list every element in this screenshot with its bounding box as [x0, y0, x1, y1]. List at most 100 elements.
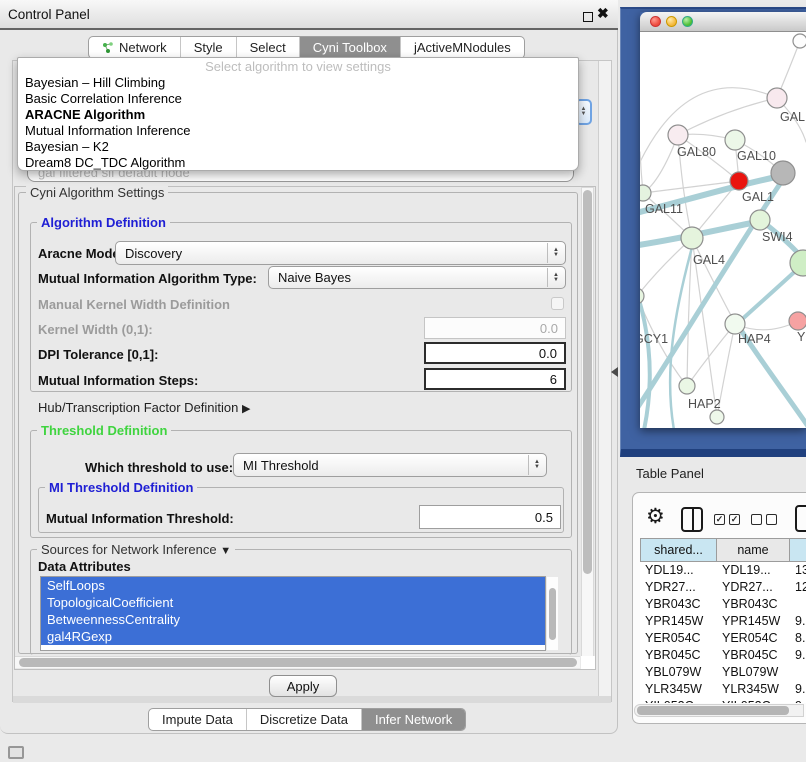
dpi-tolerance-label: DPI Tolerance [0,1]:: [38, 347, 158, 362]
settings-hscroll-thumb[interactable]: [19, 658, 577, 667]
data-attributes-label: Data Attributes: [38, 559, 131, 574]
tab-select[interactable]: Select: [237, 37, 300, 58]
checked-checkbox-icon[interactable]: ✓: [729, 514, 740, 525]
table-cell: YIL052C: [717, 698, 790, 703]
column-header-name[interactable]: name: [717, 538, 790, 562]
bottom-tab-impute-data[interactable]: Impute Data: [149, 709, 247, 730]
dropdown-item-dream8-dc-tdc-algorithm[interactable]: Dream8 DC_TDC Algorithm: [18, 155, 578, 171]
table-row[interactable]: YLR345WYLR345W9.: [640, 681, 806, 698]
graph-edge[interactable]: [640, 238, 692, 296]
tab-style[interactable]: Style: [181, 37, 237, 58]
data-attributes-list[interactable]: SelfLoopsTopologicalCoefficientBetweenne…: [40, 576, 546, 651]
app-root: Control Panel ✖ NetworkStyleSelectCyni T…: [0, 0, 806, 762]
mi-type-combo[interactable]: Naive Bayes ▲▼: [268, 266, 566, 289]
graph-node[interactable]: [771, 161, 795, 185]
sources-group-title[interactable]: Sources for Network Inference ▼: [37, 542, 235, 557]
tab-cyni-toolbox[interactable]: Cyni Toolbox: [300, 37, 401, 58]
attr-item-topologicalcoefficient[interactable]: TopologicalCoefficient: [41, 594, 545, 611]
table-cell: YDL19...: [717, 562, 790, 579]
graph-node-gal1[interactable]: [730, 172, 748, 190]
graph-node[interactable]: [710, 410, 724, 424]
graph-node-label: GAL10: [737, 149, 776, 163]
column-header-2[interactable]: [790, 538, 806, 562]
float-window-icon[interactable]: [583, 12, 593, 22]
network-window-titlebar[interactable]: [640, 12, 806, 32]
splitter-collapse-icon[interactable]: [606, 367, 618, 377]
table-row[interactable]: YDL19...YDL19...13: [640, 562, 806, 579]
mi-type-value: Naive Bayes: [278, 270, 351, 285]
graph-node-swi4[interactable]: [750, 210, 770, 230]
graph-node-gal11[interactable]: [640, 185, 651, 201]
network-canvas[interactable]: GALGAL80GAL10GAL1GAL11SWI4GAL4GCY1HAP4YH…: [640, 32, 806, 428]
spinner-down-icon: ▼: [581, 112, 587, 117]
graph-node-gal80[interactable]: [668, 125, 688, 145]
window-close-icon[interactable]: [650, 16, 661, 27]
kernel-width-input[interactable]: 0.0: [424, 317, 566, 339]
table-hscroll-thumb[interactable]: [637, 706, 789, 715]
table-cell: YER054C: [717, 630, 790, 647]
bottom-tab-discretize-data[interactable]: Discretize Data: [247, 709, 362, 730]
column-partial-icon[interactable]: [795, 505, 806, 532]
table-row[interactable]: YIL052CYIL052C9.: [640, 698, 806, 703]
split-columns-icon[interactable]: [681, 507, 703, 532]
dropdown-item-basic-correlation-inference[interactable]: Basic Correlation Inference: [18, 91, 578, 107]
graph-node-gcy1[interactable]: [640, 288, 644, 304]
manual-kernel-label: Manual Kernel Width Definition: [38, 297, 230, 312]
dpi-tolerance-input[interactable]: 0.0: [424, 342, 566, 364]
graph-node-gal[interactable]: [767, 88, 787, 108]
graph-node-label: SWI4: [762, 230, 793, 244]
dropdown-item-mutual-information-inference[interactable]: Mutual Information Inference: [18, 123, 578, 139]
apply-button[interactable]: Apply: [269, 675, 337, 697]
settings-vscroll-thumb[interactable]: [583, 190, 592, 574]
aracne-mode-combo[interactable]: Discovery ▲▼: [115, 241, 566, 265]
graph-edge[interactable]: [678, 98, 777, 135]
bottom-tab-label: Impute Data: [162, 712, 233, 727]
hub-definition-label: Hub/Transcription Factor Definition: [38, 400, 238, 415]
which-threshold-combo[interactable]: MI Threshold ▲▼: [233, 453, 547, 477]
table-row[interactable]: YER054CYER054C8.: [640, 630, 806, 647]
graph-node-hap2[interactable]: [679, 378, 695, 394]
window-zoom-icon[interactable]: [682, 16, 693, 27]
bottom-tab-infer-network[interactable]: Infer Network: [362, 709, 465, 730]
gear-icon[interactable]: ⚙: [646, 504, 665, 529]
table-row[interactable]: YBL079WYBL079W: [640, 664, 806, 681]
graph-node-gal4[interactable]: [681, 227, 703, 249]
table-row[interactable]: YBR043CYBR043C: [640, 596, 806, 613]
unchecked-checkbox-icon[interactable]: [751, 514, 762, 525]
outer-vertical-scrollbar[interactable]: [598, 61, 611, 701]
tab-network[interactable]: Network: [89, 37, 181, 58]
hub-definition-expander[interactable]: Hub/Transcription Factor Definition ▶: [38, 400, 250, 415]
dropdown-item-aracne-algorithm[interactable]: ARACNE Algorithm: [18, 107, 578, 123]
tab-jactivemnodules[interactable]: jActiveMNodules: [401, 37, 524, 58]
checked-checkbox-icon[interactable]: ✓: [714, 514, 725, 525]
dropdown-item-bayesian-k2[interactable]: Bayesian – K2: [18, 139, 578, 155]
close-icon[interactable]: ✖: [597, 5, 609, 22]
dropdown-items: Bayesian – Hill ClimbingBasic Correlatio…: [18, 75, 578, 171]
attr-item-betweennesscentrality[interactable]: BetweennessCentrality: [41, 611, 545, 628]
attr-list-scroll-thumb[interactable]: [549, 588, 556, 640]
table-cell: YDR27...: [640, 579, 717, 596]
unchecked-checkbox-icon[interactable]: [766, 514, 777, 525]
table-row[interactable]: YBR045CYBR045C9.: [640, 647, 806, 664]
table-row[interactable]: YDR27...YDR27...12: [640, 579, 806, 596]
graph-node-gal10[interactable]: [725, 130, 745, 150]
graph-node[interactable]: [793, 34, 806, 48]
collapsed-panel-icon[interactable]: [8, 746, 24, 759]
top-tab-bar: NetworkStyleSelectCyni ToolboxjActiveMNo…: [88, 36, 525, 59]
algorithm-definition-title: Algorithm Definition: [37, 215, 170, 230]
dropdown-item-bayesian-hill-climbing[interactable]: Bayesian – Hill Climbing: [18, 75, 578, 91]
column-header-shared[interactable]: shared...: [640, 538, 717, 562]
which-threshold-label: Which threshold to use:: [85, 460, 233, 475]
table-row[interactable]: YPR145WYPR145W9.: [640, 613, 806, 630]
graph-node-label: HAP2: [688, 397, 721, 411]
mi-steps-input[interactable]: 6: [424, 368, 566, 390]
panel-title: Control Panel: [8, 7, 90, 22]
graph-node-y[interactable]: [789, 312, 806, 330]
attr-item-selfloops[interactable]: SelfLoops: [41, 577, 545, 594]
mi-threshold-input[interactable]: 0.5: [419, 505, 561, 529]
manual-kernel-checkbox[interactable]: [551, 297, 564, 310]
table-body: YDL19...YDL19...13YDR27...YDR27...12YBR0…: [640, 562, 806, 703]
window-minimize-icon[interactable]: [666, 16, 677, 27]
graph-node-hap4[interactable]: [725, 314, 745, 334]
attr-item-gal4rgexp[interactable]: gal4RGexp: [41, 628, 545, 645]
